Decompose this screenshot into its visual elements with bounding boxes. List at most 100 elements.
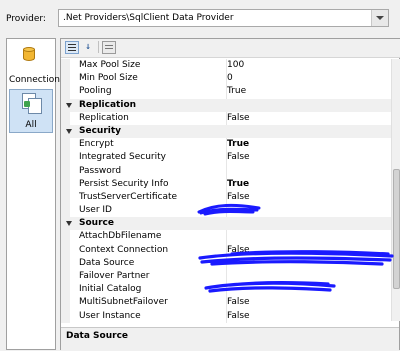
property-value[interactable]: 0 [227, 72, 233, 85]
category-name: Replication [79, 99, 137, 110]
property-name: Replication [79, 112, 129, 123]
row-gutter [61, 296, 70, 310]
property-name: Context Connection [79, 244, 169, 255]
property-grid: ↓ Max Pool Size 100 Min Pool Size 0 Pooling T… [60, 38, 400, 351]
property-row[interactable]: Max Pool Size 100 [61, 59, 391, 73]
category-nav: Connection All [6, 38, 60, 350]
property-name: TrustServerCertificate [79, 191, 178, 202]
property-name: Integrated Security [79, 152, 166, 163]
property-name: Failover Partner [79, 271, 150, 281]
property-row[interactable]: Pooling True [61, 85, 391, 99]
property-row[interactable]: AttachDbFilename [61, 230, 391, 244]
row-gutter [61, 204, 70, 218]
collapse-arrow-icon[interactable] [66, 221, 72, 227]
property-row[interactable]: TrustServerCertificate False [61, 190, 391, 205]
property-value[interactable]: 100 [227, 59, 244, 72]
provider-value: .Net Providers\SqlClient Data Provider [63, 13, 234, 23]
property-name: Max Pool Size [79, 60, 141, 70]
property-row[interactable]: Replication False [61, 111, 391, 125]
nav-all-label: All [25, 120, 37, 130]
property-value[interactable]: False [227, 296, 250, 309]
property-name: Initial Catalog [79, 284, 142, 295]
description-pane: Data Source [61, 327, 399, 351]
property-name: Encrypt [79, 139, 114, 150]
nav-connection-label: Connection [9, 75, 60, 85]
property-row[interactable]: User ID [61, 204, 391, 218]
property-value[interactable]: True [227, 138, 249, 151]
row-gutter [61, 283, 70, 297]
property-name: User Instance [79, 310, 141, 321]
property-row[interactable]: Data Source [61, 256, 391, 270]
property-name: Pooling [79, 86, 112, 97]
property-value[interactable]: False [227, 244, 250, 257]
nav-connection-button[interactable]: Connection [9, 43, 60, 87]
scrollbar-thumb[interactable] [393, 169, 400, 289]
property-row[interactable]: Context Connection False [61, 243, 391, 257]
description-title: Data Source [66, 331, 129, 341]
property-row[interactable]: Failover Partner [61, 270, 391, 284]
property-name: User ID [79, 205, 112, 216]
column-divider [226, 204, 227, 218]
category-name: Source [79, 218, 114, 229]
row-gutter [61, 256, 70, 270]
provider-dropdown[interactable]: .Net Providers\SqlClient Data Provider [58, 9, 389, 27]
property-name: Persist Security Info [79, 178, 169, 189]
property-row[interactable]: User Instance False [61, 309, 391, 323]
property-row[interactable]: Min Pool Size 0 [61, 72, 391, 86]
row-gutter [61, 85, 70, 99]
property-name: Data Source [79, 257, 135, 268]
property-category[interactable]: Source [61, 217, 391, 231]
column-divider [226, 270, 227, 284]
toolbar-separator [98, 41, 99, 53]
property-row[interactable]: Encrypt True [61, 138, 391, 152]
property-list: Max Pool Size 100 Min Pool Size 0 Pooling Tru… [61, 59, 391, 323]
property-value[interactable]: False [227, 151, 250, 164]
row-gutter [61, 309, 70, 323]
row-gutter [61, 243, 70, 257]
column-divider [226, 230, 227, 244]
row-gutter [61, 111, 70, 125]
alphabetical-sort-icon[interactable]: ↓ [81, 41, 95, 54]
property-pages-button-icon[interactable] [102, 41, 116, 54]
category-name: Security [79, 125, 122, 136]
property-row[interactable]: Persist Security Info True [61, 177, 391, 191]
nav-all-button[interactable]: All [9, 89, 53, 133]
property-row[interactable]: MultiSubnetFailover False [61, 296, 391, 310]
property-value[interactable]: True [227, 178, 249, 191]
property-value[interactable]: True [227, 85, 246, 98]
column-divider [226, 256, 227, 270]
provider-bar: Provider: .Net Providers\SqlClient Data … [0, 0, 400, 38]
property-category[interactable]: Security [61, 124, 391, 139]
property-category[interactable]: Replication [61, 98, 391, 112]
row-gutter [61, 190, 70, 205]
property-name: Password [79, 165, 122, 176]
property-name: MultiSubnetFailover [79, 297, 168, 308]
column-divider [226, 283, 227, 297]
row-gutter [61, 230, 70, 244]
property-value[interactable]: False [227, 310, 250, 323]
chevron-down-icon[interactable] [371, 10, 388, 26]
property-value[interactable]: False [227, 112, 250, 125]
collapse-arrow-icon[interactable] [66, 128, 72, 134]
row-gutter [61, 138, 70, 152]
vertical-scrollbar[interactable] [391, 59, 400, 321]
column-divider [226, 164, 227, 178]
row-gutter [61, 164, 70, 178]
property-name: Min Pool Size [79, 73, 138, 84]
database-icon [23, 47, 35, 63]
property-row[interactable]: Initial Catalog [61, 283, 391, 297]
row-gutter [61, 177, 70, 191]
collapse-arrow-icon[interactable] [66, 102, 72, 108]
property-row[interactable]: Integrated Security False [61, 151, 391, 165]
property-value[interactable]: False [227, 191, 250, 204]
property-name: AttachDbFilename [79, 231, 162, 242]
row-gutter [61, 270, 70, 284]
property-row[interactable]: Password [61, 164, 391, 178]
categorized-icon[interactable] [65, 41, 79, 54]
property-pages-icon [22, 93, 42, 114]
row-gutter [61, 151, 70, 165]
provider-label: Provider: [6, 14, 46, 24]
row-gutter [61, 72, 70, 86]
property-grid-toolbar: ↓ [61, 39, 400, 58]
row-gutter [61, 59, 70, 73]
